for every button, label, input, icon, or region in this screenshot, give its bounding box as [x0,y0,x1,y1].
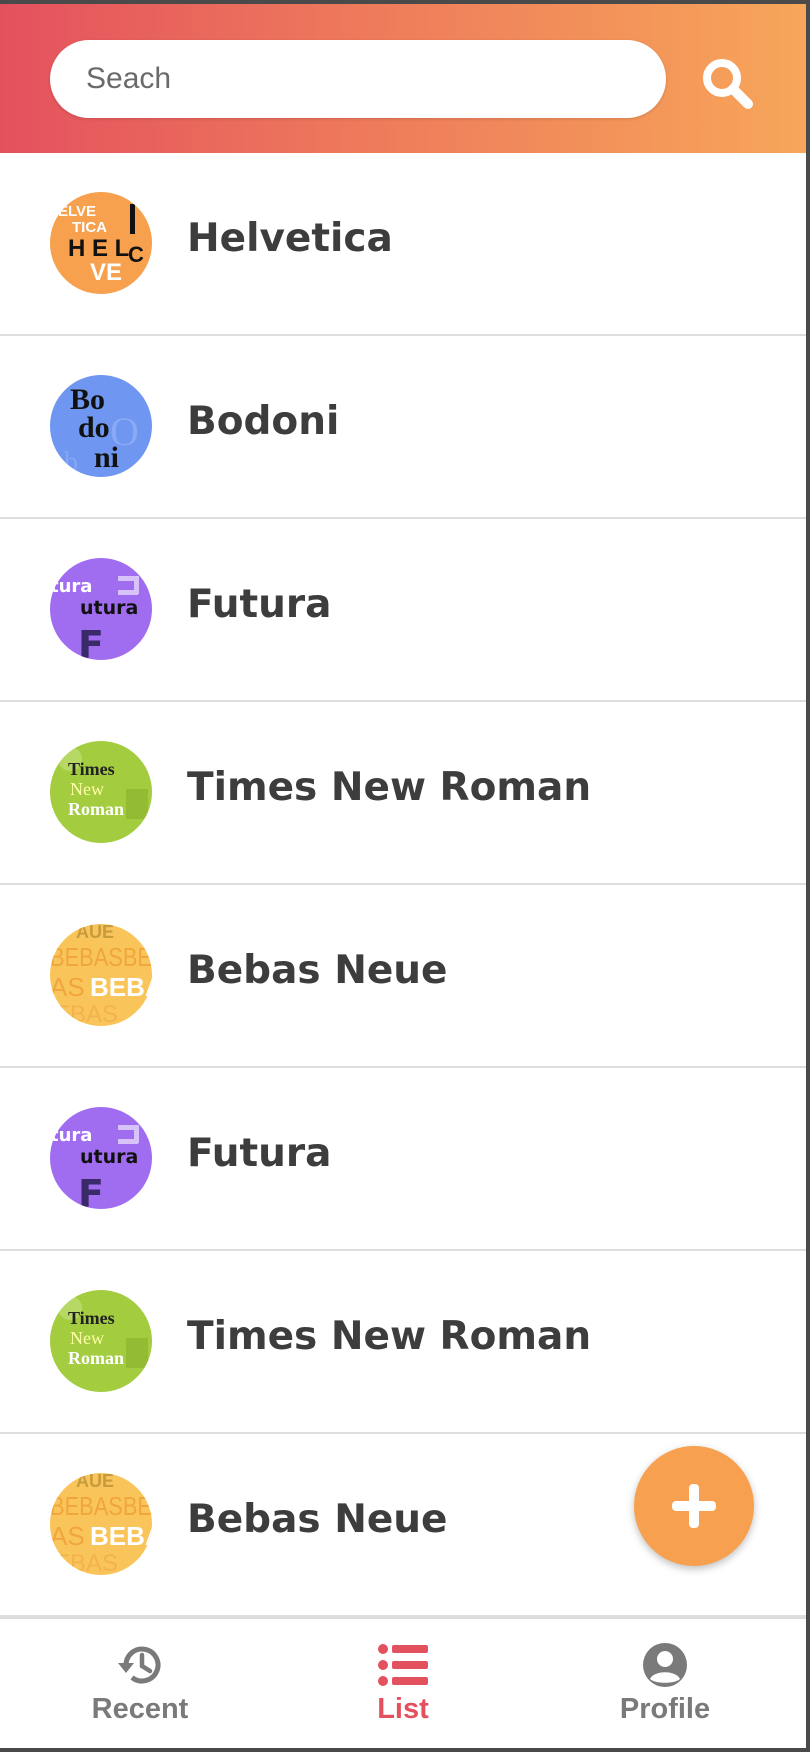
list-item[interactable]: tura utura F Futura [0,1068,806,1251]
svg-text:New: New [70,1328,104,1348]
font-name: Futura [187,582,332,627]
svg-text:ni: ni [94,441,119,474]
svg-text:Times: Times [68,759,115,779]
account-circle-icon [643,1643,687,1687]
svg-text:AS: AS [50,1521,85,1551]
svg-text:BEBA: BEBA [90,1521,152,1551]
nav-profile-label: Profile [619,1693,711,1725]
svg-text:do: do [78,411,110,444]
list-item[interactable]: O b Bo do ni Bodoni [0,336,806,519]
svg-text:BEBASBE: BEBASBE [50,942,152,972]
svg-text:utura: utura [80,1146,138,1168]
svg-text:BEBASBE: BEBASBE [50,1491,152,1521]
font-name: Bodoni [187,399,340,444]
font-name: Helvetica [187,216,393,261]
search-box [50,40,666,118]
font-list: ELVE TICA H E L VE C Helvetica O b Bo do [0,153,806,1617]
app-screen: ELVE TICA H E L VE C Helvetica O b Bo do [0,4,806,1748]
list-item[interactable]: AUE BEBASBE AS BEBA EBAS Bebas Neue [0,885,806,1068]
nav-recent-label: Recent [91,1693,189,1725]
list-item[interactable]: Times New Roman Times New Roman [0,1251,806,1434]
bodoni-thumbnail: O b Bo do ni [50,375,152,477]
font-name: Bebas Neue [187,948,448,993]
svg-text:tura: tura [50,1125,92,1146]
futura-thumbnail: tura utura F [50,1107,152,1209]
times-new-roman-thumbnail: Times New Roman [50,1290,152,1392]
svg-text:Roman: Roman [68,799,124,819]
header-bar [0,4,806,153]
svg-text:EBAS: EBAS [54,1001,118,1026]
list-icon [378,1644,428,1686]
helvetica-thumbnail: ELVE TICA H E L VE C [50,192,152,294]
nav-list-label: List [377,1693,429,1725]
svg-text:C: C [128,242,144,267]
svg-text:TICA: TICA [72,219,107,236]
futura-thumbnail: tura utura F [50,558,152,660]
plus-icon [672,1484,716,1528]
search-icon [703,59,753,109]
font-name: Times New Roman [187,765,592,810]
svg-text:BEBA: BEBA [90,972,152,1002]
svg-text:F: F [78,623,104,660]
bottom-navigation: Recent List Profile [0,1617,806,1748]
svg-text:F: F [78,1172,104,1209]
svg-text:AUE: AUE [76,924,114,942]
svg-text:AUE: AUE [76,1473,114,1491]
svg-text:b: b [64,447,78,477]
font-name: Times New Roman [187,1314,592,1359]
svg-text:New: New [70,779,104,799]
nav-recent[interactable]: Recent [40,1619,240,1748]
font-name: Futura [187,1131,332,1176]
list-item[interactable]: ELVE TICA H E L VE C Helvetica [0,153,806,336]
list-item[interactable]: tura utura F Futura [0,519,806,702]
svg-text:AS: AS [50,972,85,1002]
svg-text:Times: Times [68,1308,115,1328]
svg-text:ELVE: ELVE [58,203,96,220]
svg-text:H E L: H E L [68,235,129,262]
list-item[interactable]: Times New Roman Times New Roman [0,702,806,885]
bebas-neue-thumbnail: AUE BEBASBE AS BEBA EBAS [50,924,152,1026]
bebas-neue-thumbnail: AUE BEBASBE AS BEBA EBAS [50,1473,152,1575]
search-input[interactable] [86,40,646,118]
nav-list[interactable]: List [303,1619,503,1748]
svg-text:VE: VE [90,259,122,286]
times-new-roman-thumbnail: Times New Roman [50,741,152,843]
svg-text:EBAS: EBAS [54,1550,118,1575]
add-font-button[interactable] [634,1446,754,1566]
history-icon [118,1646,161,1684]
svg-text:tura: tura [50,576,92,597]
font-name: Bebas Neue [187,1497,448,1542]
svg-text:Roman: Roman [68,1348,124,1368]
search-button[interactable] [696,52,760,116]
nav-profile[interactable]: Profile [565,1619,765,1748]
svg-text:utura: utura [80,597,138,619]
